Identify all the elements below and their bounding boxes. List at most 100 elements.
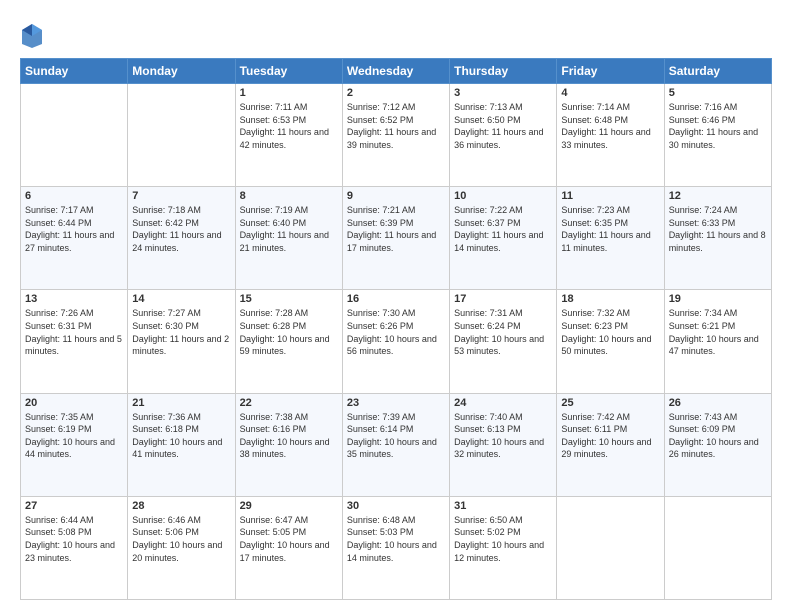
day-number: 24 (454, 397, 552, 409)
day-info: Sunrise: 7:27 AM Sunset: 6:30 PM Dayligh… (132, 307, 230, 357)
calendar-day-cell: 16 Sunrise: 7:30 AM Sunset: 6:26 PM Dayli… (342, 290, 449, 393)
day-number: 20 (25, 397, 123, 409)
day-number: 27 (25, 500, 123, 512)
calendar-day-cell: 23 Sunrise: 7:39 AM Sunset: 6:14 PM Dayli… (342, 393, 449, 496)
day-info: Sunrise: 7:40 AM Sunset: 6:13 PM Dayligh… (454, 411, 552, 461)
calendar-day-cell: 9 Sunrise: 7:21 AM Sunset: 6:39 PM Daylig… (342, 187, 449, 290)
day-info: Sunrise: 7:22 AM Sunset: 6:37 PM Dayligh… (454, 204, 552, 254)
page: SundayMondayTuesdayWednesdayThursdayFrid… (0, 0, 792, 612)
day-info: Sunrise: 7:32 AM Sunset: 6:23 PM Dayligh… (561, 307, 659, 357)
day-info: Sunrise: 7:30 AM Sunset: 6:26 PM Dayligh… (347, 307, 445, 357)
day-info: Sunrise: 7:36 AM Sunset: 6:18 PM Dayligh… (132, 411, 230, 461)
calendar-day-cell: 15Sunrise: 7:28 AM Sunset: 6:28 PM Dayli… (235, 290, 342, 393)
day-number: 9 (347, 190, 445, 202)
calendar-day-cell (664, 496, 771, 599)
day-number: 2 (347, 87, 445, 99)
day-number: 17 (454, 293, 552, 305)
calendar-day-cell: 29 Sunrise: 6:47 AM Sunset: 5:05 PM Dayli… (235, 496, 342, 599)
calendar-day-cell: 13 Sunrise: 7:26 AM Sunset: 6:31 PM Dayli… (21, 290, 128, 393)
day-number: 31 (454, 500, 552, 512)
calendar-day-cell: 8 Sunrise: 7:19 AM Sunset: 6:40 PM Daylig… (235, 187, 342, 290)
day-number: 13 (25, 293, 123, 305)
calendar-day-cell: 27 Sunrise: 6:44 AM Sunset: 5:08 PM Dayli… (21, 496, 128, 599)
day-number: 21 (132, 397, 230, 409)
day-number: 12 (669, 190, 767, 202)
calendar-day-cell: 18Sunrise: 7:32 AM Sunset: 6:23 PM Dayli… (557, 290, 664, 393)
day-number: 4 (561, 87, 659, 99)
calendar-day-cell: 28Sunrise: 6:46 AM Sunset: 5:06 PM Dayli… (128, 496, 235, 599)
day-number: 10 (454, 190, 552, 202)
day-of-week-header: Sunday (21, 59, 128, 84)
day-number: 25 (561, 397, 659, 409)
calendar-week-row: 13 Sunrise: 7:26 AM Sunset: 6:31 PM Dayli… (21, 290, 772, 393)
calendar-day-cell: 19 Sunrise: 7:34 AM Sunset: 6:21 PM Dayli… (664, 290, 771, 393)
calendar-day-cell: 2 Sunrise: 7:12 AM Sunset: 6:52 PM Daylig… (342, 84, 449, 187)
day-of-week-header: Friday (557, 59, 664, 84)
calendar-day-cell: 10 Sunrise: 7:22 AM Sunset: 6:37 PM Dayli… (450, 187, 557, 290)
day-of-week-header: Monday (128, 59, 235, 84)
calendar-day-cell (557, 496, 664, 599)
day-info: Sunrise: 6:47 AM Sunset: 5:05 PM Dayligh… (240, 514, 338, 564)
calendar-day-cell: 17 Sunrise: 7:31 AM Sunset: 6:24 PM Dayli… (450, 290, 557, 393)
day-number: 22 (240, 397, 338, 409)
day-number: 3 (454, 87, 552, 99)
day-info: Sunrise: 7:31 AM Sunset: 6:24 PM Dayligh… (454, 307, 552, 357)
day-of-week-header: Thursday (450, 59, 557, 84)
day-number: 7 (132, 190, 230, 202)
day-of-week-header: Wednesday (342, 59, 449, 84)
day-info: Sunrise: 7:17 AM Sunset: 6:44 PM Dayligh… (25, 204, 123, 254)
calendar-day-cell: 7 Sunrise: 7:18 AM Sunset: 6:42 PM Daylig… (128, 187, 235, 290)
calendar-day-cell: 6Sunrise: 7:17 AM Sunset: 6:44 PM Daylig… (21, 187, 128, 290)
day-info: Sunrise: 7:11 AM Sunset: 6:53 PM Dayligh… (240, 101, 338, 151)
day-info: Sunrise: 7:12 AM Sunset: 6:52 PM Dayligh… (347, 101, 445, 151)
day-info: Sunrise: 7:13 AM Sunset: 6:50 PM Dayligh… (454, 101, 552, 151)
calendar-day-cell: 31Sunrise: 6:50 AM Sunset: 5:02 PM Dayli… (450, 496, 557, 599)
calendar-day-cell (21, 84, 128, 187)
calendar-week-row: 20Sunrise: 7:35 AM Sunset: 6:19 PM Dayli… (21, 393, 772, 496)
day-info: Sunrise: 7:18 AM Sunset: 6:42 PM Dayligh… (132, 204, 230, 254)
calendar-week-row: 6Sunrise: 7:17 AM Sunset: 6:44 PM Daylig… (21, 187, 772, 290)
calendar-week-row: 1 Sunrise: 7:11 AM Sunset: 6:53 PM Daylig… (21, 84, 772, 187)
logo (20, 22, 48, 50)
day-number: 29 (240, 500, 338, 512)
calendar-day-cell (128, 84, 235, 187)
day-info: Sunrise: 6:48 AM Sunset: 5:03 PM Dayligh… (347, 514, 445, 564)
day-number: 16 (347, 293, 445, 305)
day-info: Sunrise: 7:26 AM Sunset: 6:31 PM Dayligh… (25, 307, 123, 357)
day-info: Sunrise: 7:21 AM Sunset: 6:39 PM Dayligh… (347, 204, 445, 254)
day-number: 30 (347, 500, 445, 512)
day-number: 11 (561, 190, 659, 202)
calendar-day-cell: 21 Sunrise: 7:36 AM Sunset: 6:18 PM Dayli… (128, 393, 235, 496)
day-info: Sunrise: 7:38 AM Sunset: 6:16 PM Dayligh… (240, 411, 338, 461)
day-number: 26 (669, 397, 767, 409)
calendar-day-cell: 22 Sunrise: 7:38 AM Sunset: 6:16 PM Dayli… (235, 393, 342, 496)
calendar-day-cell: 14 Sunrise: 7:27 AM Sunset: 6:30 PM Dayli… (128, 290, 235, 393)
day-number: 1 (240, 87, 338, 99)
day-info: Sunrise: 7:39 AM Sunset: 6:14 PM Dayligh… (347, 411, 445, 461)
day-number: 19 (669, 293, 767, 305)
calendar-day-cell: 1 Sunrise: 7:11 AM Sunset: 6:53 PM Daylig… (235, 84, 342, 187)
day-info: Sunrise: 6:46 AM Sunset: 5:06 PM Dayligh… (132, 514, 230, 564)
calendar-day-cell: 24 Sunrise: 7:40 AM Sunset: 6:13 PM Dayli… (450, 393, 557, 496)
day-info: Sunrise: 7:14 AM Sunset: 6:48 PM Dayligh… (561, 101, 659, 151)
day-number: 5 (669, 87, 767, 99)
day-info: Sunrise: 6:44 AM Sunset: 5:08 PM Dayligh… (25, 514, 123, 564)
calendar-header-row: SundayMondayTuesdayWednesdayThursdayFrid… (21, 59, 772, 84)
calendar-day-cell: 30 Sunrise: 6:48 AM Sunset: 5:03 PM Dayli… (342, 496, 449, 599)
day-number: 8 (240, 190, 338, 202)
day-info: Sunrise: 7:24 AM Sunset: 6:33 PM Dayligh… (669, 204, 767, 254)
day-info: Sunrise: 7:43 AM Sunset: 6:09 PM Dayligh… (669, 411, 767, 461)
day-number: 15 (240, 293, 338, 305)
day-number: 23 (347, 397, 445, 409)
calendar-day-cell: 20Sunrise: 7:35 AM Sunset: 6:19 PM Dayli… (21, 393, 128, 496)
day-info: Sunrise: 7:19 AM Sunset: 6:40 PM Dayligh… (240, 204, 338, 254)
day-info: Sunrise: 7:42 AM Sunset: 6:11 PM Dayligh… (561, 411, 659, 461)
day-info: Sunrise: 7:34 AM Sunset: 6:21 PM Dayligh… (669, 307, 767, 357)
calendar-day-cell: 4 Sunrise: 7:14 AM Sunset: 6:48 PM Daylig… (557, 84, 664, 187)
day-info: Sunrise: 7:16 AM Sunset: 6:46 PM Dayligh… (669, 101, 767, 151)
day-info: Sunrise: 7:23 AM Sunset: 6:35 PM Dayligh… (561, 204, 659, 254)
calendar-week-row: 27 Sunrise: 6:44 AM Sunset: 5:08 PM Dayli… (21, 496, 772, 599)
calendar-day-cell: 26 Sunrise: 7:43 AM Sunset: 6:09 PM Dayli… (664, 393, 771, 496)
day-of-week-header: Saturday (664, 59, 771, 84)
day-number: 14 (132, 293, 230, 305)
